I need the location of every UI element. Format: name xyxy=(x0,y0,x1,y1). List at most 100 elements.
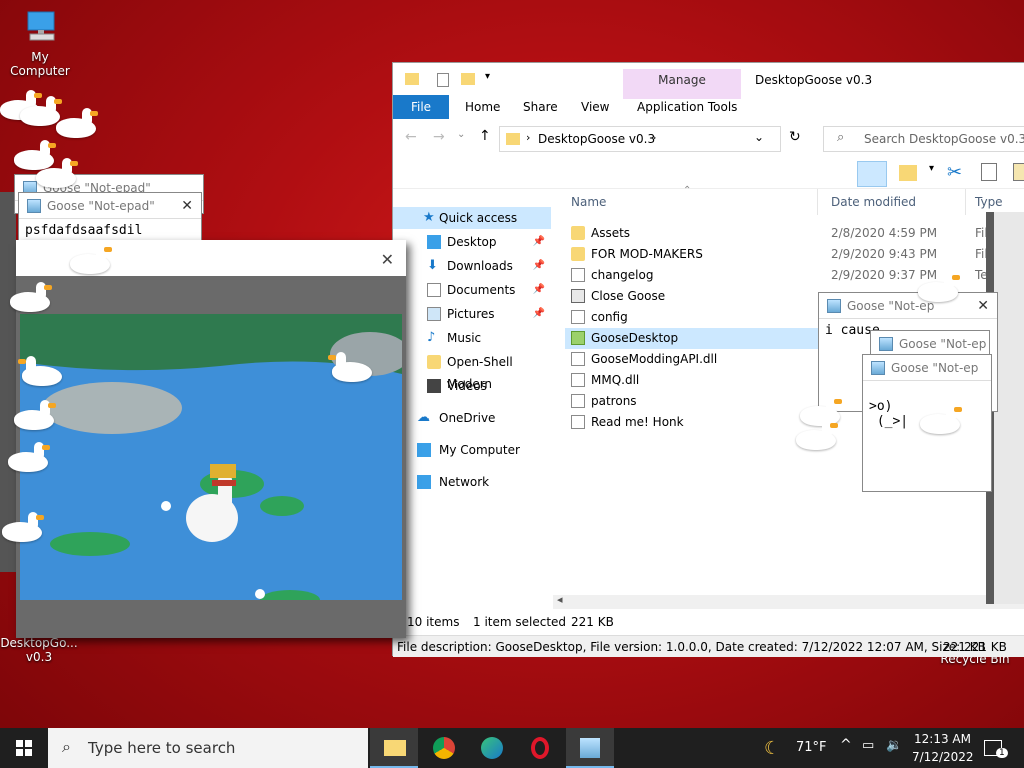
desktop-icon-desktopgoose[interactable]: DesktopGo... v0.3 xyxy=(0,636,80,664)
notepad-title: Goose "Not-ep xyxy=(891,361,979,375)
forward-arrow-icon[interactable]: → xyxy=(433,129,445,145)
search-input[interactable]: Search DesktopGoose v0.3 xyxy=(823,126,1024,152)
chevron-up-icon[interactable]: ^ xyxy=(840,737,852,753)
copy-icon[interactable] xyxy=(981,163,997,181)
horizontal-scrollbar[interactable]: ◂ xyxy=(553,593,1024,609)
properties-icon[interactable] xyxy=(437,73,449,87)
volume-icon[interactable]: 🔉 xyxy=(886,738,902,753)
new-folder-icon[interactable] xyxy=(899,165,917,181)
details-pane-icon[interactable] xyxy=(857,161,887,187)
goose-sprite[interactable] xyxy=(2,512,48,542)
edge-icon xyxy=(481,737,503,759)
notepad-title-bar[interactable]: Goose "Not-ep xyxy=(863,355,991,381)
column-separator[interactable] xyxy=(817,189,818,215)
tab-home[interactable]: Home xyxy=(455,95,510,119)
breadcrumb[interactable]: DesktopGoose v0.3 xyxy=(538,132,655,146)
tab-file[interactable]: File xyxy=(393,95,449,119)
chevron-left-icon[interactable]: ◂ xyxy=(557,593,563,606)
desktop-icon-my-computer[interactable]: My Computer xyxy=(0,10,80,78)
chevron-down-icon[interactable]: ▾ xyxy=(485,71,490,82)
tab-share[interactable]: Share xyxy=(513,95,568,119)
close-icon[interactable]: ✕ xyxy=(381,250,394,269)
sidebar-item-videos[interactable]: Videos xyxy=(393,375,551,397)
pin-icon[interactable]: 📌 xyxy=(533,303,545,325)
manage-tab-group[interactable]: Manage xyxy=(623,73,741,87)
taskbar-search-input[interactable]: Type here to search xyxy=(48,728,368,768)
notepad-text[interactable]: psfdafdsaafsdil xyxy=(19,219,201,242)
sidebar-item-music[interactable]: ♪ Music xyxy=(393,327,551,349)
goose-sprite[interactable] xyxy=(14,400,60,430)
sidebar-item-desktop[interactable]: Desktop 📌 xyxy=(393,231,551,253)
up-arrow-icon[interactable]: ↑ xyxy=(479,128,491,144)
taskbar-chrome[interactable] xyxy=(420,728,468,768)
tab-application-tools[interactable]: Application Tools xyxy=(627,95,747,119)
cut-icon[interactable]: ✂ xyxy=(947,162,962,183)
taskbar-edge[interactable] xyxy=(468,728,516,768)
notepad-icon xyxy=(871,361,885,375)
table-row-selected[interactable]: GooseDesktop xyxy=(565,328,825,349)
goose-sprite[interactable] xyxy=(56,108,102,138)
goose-notepad-window[interactable]: Goose "Not-epad" ✕ psfdafdsaafsdil xyxy=(18,192,202,242)
sidebar-item-open-shell[interactable]: Open-Shell Modern xyxy=(393,351,551,391)
chevron-down-icon[interactable]: ⌄ xyxy=(754,130,764,144)
image-window-gray-strip xyxy=(16,276,406,312)
sidebar-item-quick-access[interactable]: ★ Quick access xyxy=(393,207,551,229)
chevron-down-icon[interactable]: ⌄ xyxy=(457,129,465,140)
goose-image-window[interactable]: ✕ xyxy=(16,240,406,638)
table-row[interactable]: Assets 2/8/2020 4:59 PM Fil xyxy=(565,223,1021,244)
clock-time[interactable]: 12:13 AM xyxy=(914,732,971,746)
pin-icon[interactable]: 📌 xyxy=(533,231,545,253)
sidebar-item-network[interactable]: Network xyxy=(393,471,551,493)
tab-view[interactable]: View xyxy=(571,95,619,119)
network-icon[interactable]: ▭ xyxy=(862,738,874,753)
goose-sprite[interactable] xyxy=(918,272,964,302)
sidebar-item-my-computer[interactable]: My Computer xyxy=(393,439,551,461)
goose-sprite[interactable] xyxy=(920,404,966,434)
taskbar-notepad[interactable] xyxy=(566,728,614,768)
column-header-name[interactable]: Name xyxy=(571,195,606,209)
computer-icon xyxy=(417,443,431,457)
chevron-down-icon[interactable]: ▾ xyxy=(929,163,934,174)
taskbar-opera[interactable] xyxy=(516,728,564,768)
close-icon[interactable]: ✕ xyxy=(977,293,989,319)
column-header-type[interactable]: Type xyxy=(975,195,1003,209)
weather-temperature[interactable]: 71°F xyxy=(796,740,827,755)
text-file-icon xyxy=(571,268,585,282)
sidebar-item-onedrive[interactable]: ☁ OneDrive xyxy=(393,407,551,429)
column-separator[interactable] xyxy=(965,189,966,215)
back-arrow-icon[interactable]: ← xyxy=(405,129,417,145)
desktop-icon-label: DesktopGo... v0.3 xyxy=(0,636,78,664)
paste-icon[interactable] xyxy=(1013,163,1024,181)
pin-icon[interactable]: 📌 xyxy=(533,255,545,277)
notepad-title-bar[interactable]: Goose "Not-ep ✕ xyxy=(819,293,997,319)
sidebar-item-label: My Computer xyxy=(439,443,520,457)
table-row[interactable]: FOR MOD-MAKERS 2/9/2020 9:43 PM Fil xyxy=(565,244,1021,265)
pin-icon[interactable]: 📌 xyxy=(533,279,545,301)
application-icon xyxy=(571,289,585,303)
taskbar-file-explorer[interactable] xyxy=(370,728,418,768)
column-header-date[interactable]: Date modified xyxy=(831,195,916,209)
goose-sprite[interactable] xyxy=(328,352,378,382)
address-bar[interactable]: › DesktopGoose v0.3 › ⌄ xyxy=(499,126,781,152)
text-file-icon xyxy=(571,310,585,324)
new-folder-icon[interactable] xyxy=(461,73,475,85)
refresh-icon[interactable]: ↻ xyxy=(789,129,801,145)
sidebar-item-downloads[interactable]: ⬇ Downloads 📌 xyxy=(393,255,551,277)
goose-sprite[interactable] xyxy=(70,244,116,274)
goose-sprite[interactable] xyxy=(796,420,842,450)
start-button[interactable] xyxy=(0,728,48,768)
sidebar-item-label: Quick access xyxy=(439,211,518,225)
sidebar-item-documents[interactable]: Documents 📌 xyxy=(393,279,551,301)
quick-access-toolbar[interactable]: ▾ xyxy=(401,71,501,89)
notepad-title-bar[interactable]: Goose "Not-epad" ✕ xyxy=(19,193,201,219)
goose-sprite[interactable] xyxy=(18,356,68,386)
opera-icon xyxy=(531,737,549,759)
clock-date[interactable]: 7/12/2022 xyxy=(912,750,974,764)
sidebar-item-pictures[interactable]: Pictures 📌 xyxy=(393,303,551,325)
dll-file-icon xyxy=(571,373,585,387)
close-icon[interactable]: ✕ xyxy=(181,193,193,219)
goose-sprite[interactable] xyxy=(36,158,82,188)
weather-moon-icon[interactable]: ☾ xyxy=(764,738,780,759)
goose-sprite[interactable] xyxy=(8,442,54,472)
goose-sprite[interactable] xyxy=(10,282,56,312)
